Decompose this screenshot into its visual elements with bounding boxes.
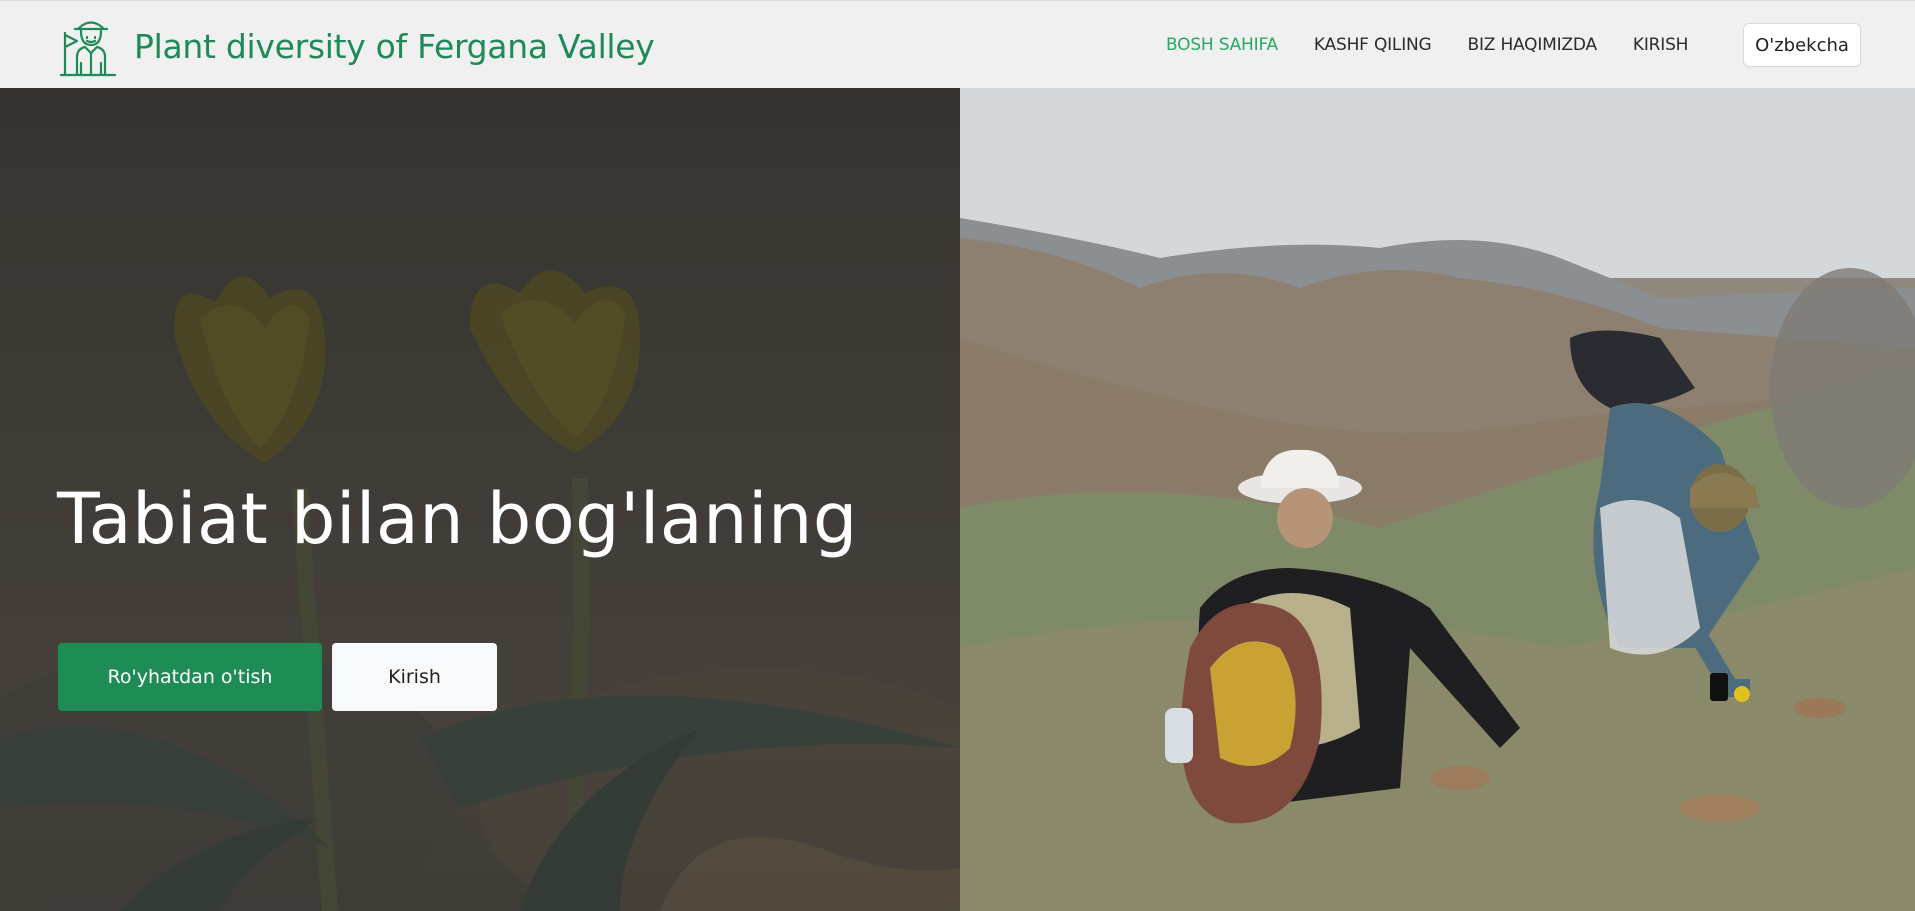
navbar: Plant diversity of Fergana Valley BOSH S… — [0, 0, 1915, 88]
nav-item-kirish[interactable]: KIRISH — [1633, 35, 1689, 55]
brand-link[interactable]: Plant diversity of Fergana Valley — [57, 15, 655, 77]
hero-heading: Tabiat bilan bog'laning — [57, 478, 858, 560]
hero-section: Tabiat bilan bog'laning Ro'yhatdan o'tis… — [0, 88, 1915, 911]
botanist-explorer-icon — [59, 21, 117, 77]
brand-title: Plant diversity of Fergana Valley — [134, 26, 655, 66]
nav-item-biz-haqimizda[interactable]: BIZ HAQIMIZDA — [1468, 35, 1598, 55]
hillside-illustration — [960, 88, 1915, 911]
main-nav: BOSH SAHIFA KASHF QILING BIZ HAQIMIZDA K… — [1166, 1, 1688, 89]
login-button[interactable]: Kirish — [332, 643, 497, 711]
nav-item-bosh-sahifa[interactable]: BOSH SAHIFA — [1166, 35, 1278, 55]
language-selector-button[interactable]: O'zbekcha — [1743, 23, 1861, 67]
register-button[interactable]: Ro'yhatdan o'tish — [58, 643, 322, 711]
nav-item-kashf-qiling[interactable]: KASHF QILING — [1314, 35, 1432, 55]
yellow-tulip-photo: Tabiat bilan bog'laning Ro'yhatdan o'tis… — [0, 88, 960, 911]
botanists-on-hillside-photo — [960, 88, 1915, 911]
